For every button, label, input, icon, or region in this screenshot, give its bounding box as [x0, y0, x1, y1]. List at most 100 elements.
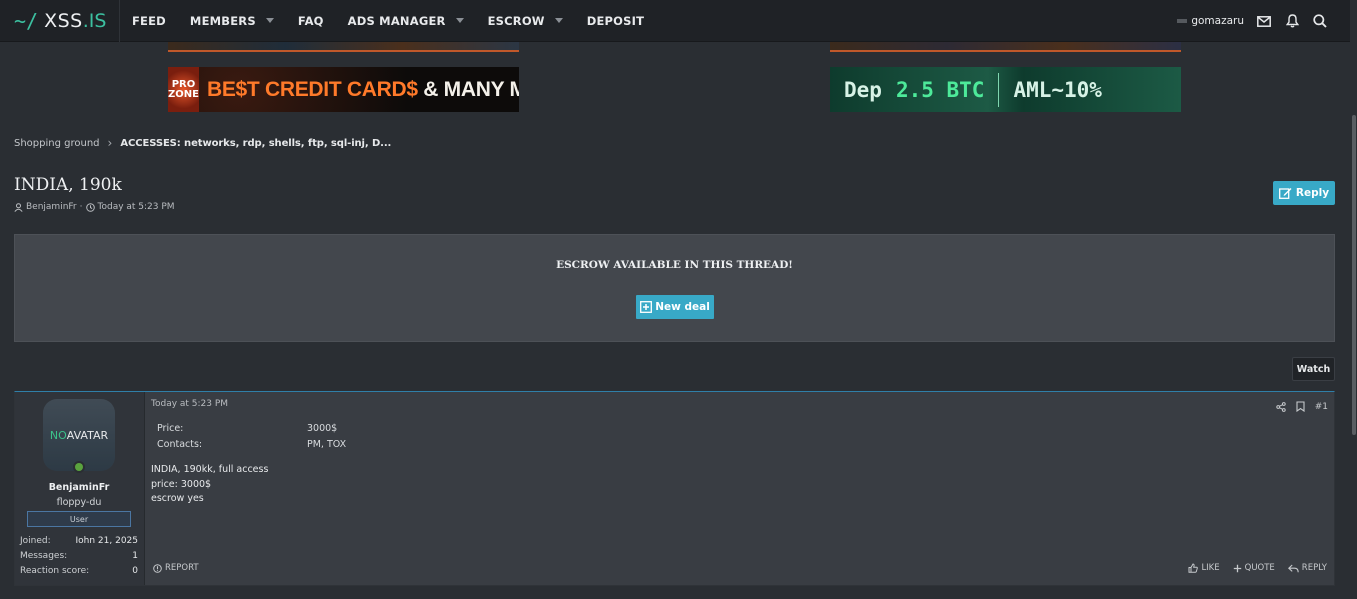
avatar-text: AVATAR — [66, 428, 109, 442]
account-username: gomazaru — [1191, 15, 1244, 27]
share-icon[interactable] — [1276, 401, 1286, 412]
prozone-logo: PRO ZONE — [168, 67, 199, 112]
user-role-badge: User — [27, 511, 131, 527]
ad-text-d: $ — [406, 77, 418, 101]
new-deal-button[interactable]: New deal — [636, 295, 714, 319]
breadcrumb-shopping-ground[interactable]: Shopping ground — [14, 138, 100, 149]
edit-icon — [1278, 187, 1292, 199]
field-value: PM, TOX — [307, 438, 347, 450]
field-key: Contacts: — [157, 438, 203, 450]
envelope-icon[interactable] — [1256, 13, 1272, 29]
user-stat-joined: Joined: Iohn 21, 2025 — [20, 536, 138, 546]
post-custom-fields: Price: 3000$ Contacts: PM, TOX — [157, 420, 346, 452]
field-value: 3000$ — [307, 422, 338, 434]
post-date[interactable]: Today at 5:23 PM — [151, 399, 228, 409]
bell-icon[interactable] — [1284, 13, 1300, 29]
watch-label: Watch — [1296, 363, 1331, 375]
new-deal-label: New deal — [655, 301, 710, 313]
post-message: NO AVATAR BenjaminFr floppy-du User Join… — [14, 391, 1335, 586]
ad-text-e: & MANY MORE — [423, 77, 519, 101]
reply-arrow-icon — [1287, 564, 1299, 573]
plus-icon — [1233, 564, 1242, 573]
user-stat-messages: Messages: 1 — [20, 551, 138, 561]
nav-escrow[interactable]: ESCROW — [476, 0, 575, 42]
page-title: INDIA, 190k — [14, 175, 122, 195]
stat-label: Reaction score: — [20, 566, 90, 576]
post-body-line: INDIA, 190kk, full access — [151, 464, 269, 475]
logo-is: .IS — [82, 9, 107, 32]
post-user-title: floppy-du — [56, 497, 102, 508]
stat-label: Joined: — [20, 536, 51, 546]
field-price: Price: 3000$ — [157, 420, 346, 436]
avatar-no: NO — [49, 428, 67, 442]
top-navigation-bar: ~/ XSS .IS FEED MEMBERS FAQ ADS MANAGER E… — [0, 0, 1350, 42]
ad-banner-btc[interactable]: Dep 2.5 BTC AML~10% — [830, 67, 1181, 112]
nav-faq-label: FAQ — [297, 13, 324, 28]
ad-aml-text: AML~10% — [1013, 77, 1102, 102]
stat-value: Iohn 21, 2025 — [75, 536, 138, 546]
info-circle-icon — [153, 563, 162, 573]
ad-banner-credit-cards[interactable]: PROZONE BE$T CREDIT CARD$ & MANY MORE — [168, 67, 519, 112]
thread-meta: BenjaminFr · Today at 5:23 PM — [14, 202, 175, 212]
site-logo[interactable]: ~/ XSS .IS — [0, 0, 120, 42]
thumbs-up-icon — [1188, 563, 1199, 573]
avatar — [1177, 19, 1188, 23]
scrollbar-thumb[interactable] — [1352, 115, 1356, 435]
meta-separator: · — [79, 202, 83, 212]
account-area: gomazaru — [1177, 0, 1328, 42]
chevron-right-icon: › — [107, 136, 113, 150]
escrow-panel: ESCROW AVAILABLE IN THIS THREAD! New dea… — [14, 234, 1335, 342]
plus-square-icon — [640, 301, 653, 313]
breadcrumb: Shopping ground › ACCESSES: networks, rd… — [14, 136, 391, 150]
watch-button[interactable]: Watch — [1292, 357, 1335, 381]
logo-tilde: ~/ — [14, 8, 39, 33]
nav-faq[interactable]: FAQ — [286, 0, 336, 42]
search-icon[interactable] — [1312, 13, 1328, 29]
field-contacts: Contacts: PM, TOX — [157, 436, 346, 452]
stat-value: 1 — [132, 551, 138, 561]
post-reply-label: REPLY — [1301, 563, 1327, 573]
ad-text-a: BE — [206, 77, 236, 101]
reply-button[interactable]: Reply — [1273, 181, 1335, 205]
user-icon — [14, 202, 23, 212]
thread-time[interactable]: Today at 5:23 PM — [98, 202, 175, 212]
post-username[interactable]: BenjaminFr — [15, 482, 143, 493]
breadcrumb-accesses[interactable]: ACCESSES: networks, rdp, shells, ftp, sq… — [120, 138, 391, 149]
post-body-line: escrow yes — [151, 493, 204, 504]
quote-button[interactable]: QUOTE — [1233, 563, 1275, 573]
main-nav: FEED MEMBERS FAQ ADS MANAGER ESCROW DEPO… — [120, 0, 656, 42]
reply-button-label: Reply — [1295, 187, 1330, 199]
ad-divider — [998, 72, 1000, 107]
stat-value: 0 — [132, 566, 138, 576]
nav-deposit[interactable]: DEPOSIT — [575, 0, 656, 42]
report-link[interactable]: REPORT — [153, 563, 199, 573]
post-number-link[interactable]: #1 — [1315, 402, 1328, 412]
post-user-info: NO AVATAR BenjaminFr floppy-du User Join… — [15, 392, 145, 585]
ad-banner-top-left[interactable] — [168, 42, 519, 52]
post-body-line: price: 3000$ — [151, 478, 212, 490]
logo-xss: XSS — [44, 9, 83, 32]
prozone-logo-bottom: ZONE — [168, 88, 199, 100]
nav-feed[interactable]: FEED — [120, 0, 178, 42]
thread-author[interactable]: BenjaminFr — [26, 202, 77, 212]
post-reply-button[interactable]: REPLY — [1287, 563, 1327, 573]
ad-dep-text: Dep — [844, 77, 882, 102]
nav-feed-label: FEED — [132, 13, 166, 28]
report-label: REPORT — [165, 563, 199, 573]
nav-ads-manager[interactable]: ADS MANAGER — [336, 0, 476, 42]
page-scrollbar[interactable] — [1350, 0, 1357, 599]
bookmark-icon[interactable] — [1296, 401, 1305, 412]
nav-escrow-label: ESCROW — [487, 13, 545, 28]
account-link[interactable]: gomazaru — [1177, 15, 1244, 27]
chevron-down-icon[interactable] — [554, 18, 563, 23]
post-actions: LIKE QUOTE REPLY — [1188, 563, 1327, 573]
chevron-down-icon[interactable] — [455, 18, 464, 23]
like-label: LIKE — [1201, 563, 1220, 573]
ad-banner-top-right[interactable] — [830, 42, 1181, 52]
nav-members[interactable]: MEMBERS — [178, 0, 286, 42]
field-key: Price: — [157, 422, 184, 434]
ad-banner-text: BE$T CREDIT CARD$ & MANY MORE — [199, 78, 519, 102]
like-button[interactable]: LIKE — [1188, 563, 1220, 573]
nav-ads-manager-label: ADS MANAGER — [347, 13, 446, 28]
chevron-down-icon[interactable] — [265, 18, 274, 23]
